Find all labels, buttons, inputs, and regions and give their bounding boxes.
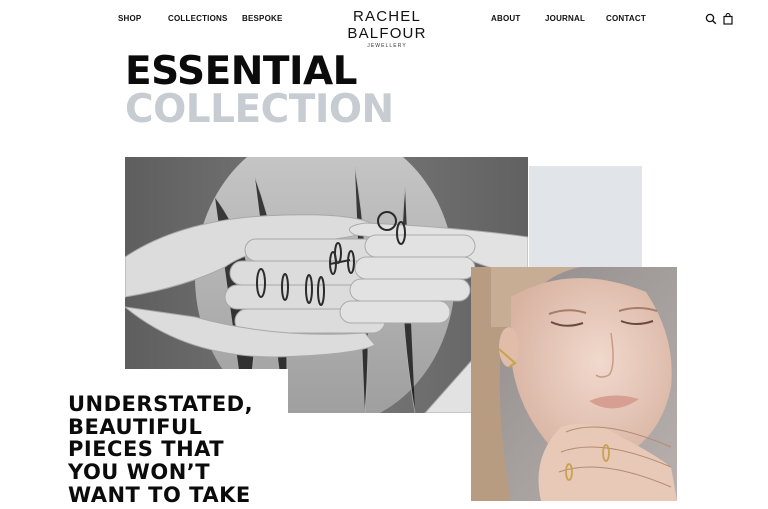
tagline-line: YOU WON’T bbox=[68, 460, 211, 485]
nav-collections[interactable]: COLLECTIONS bbox=[168, 14, 228, 23]
search-icon[interactable] bbox=[705, 12, 717, 25]
nav-contact[interactable]: CONTACT bbox=[606, 14, 646, 23]
hero-title: ESSENTIAL bbox=[125, 49, 358, 94]
nav-bespoke[interactable]: BESPOKE bbox=[242, 14, 283, 23]
nav-shop[interactable]: SHOP bbox=[118, 14, 141, 23]
tagline-line: UNDERSTATED, bbox=[68, 392, 254, 416]
brand-name: RACHEL BALFOUR bbox=[347, 8, 427, 42]
nav-about[interactable]: ABOUT bbox=[491, 14, 520, 23]
tagline: UNDERSTATED, BEAUTIFUL PIECES THAT YOU W… bbox=[68, 393, 288, 506]
tagline-line: WANT TO TAKE bbox=[68, 482, 251, 507]
tagline-line: BEAUTIFUL bbox=[68, 414, 203, 439]
model-portrait-photo bbox=[471, 267, 677, 501]
shopping-bag-icon[interactable] bbox=[722, 12, 734, 25]
tagline-line: PIECES THAT bbox=[68, 437, 225, 462]
hero-subtitle: COLLECTION bbox=[125, 87, 394, 132]
brand-logo[interactable]: RACHEL BALFOUR JEWELLERY bbox=[314, 8, 460, 49]
nav-journal[interactable]: JOURNAL bbox=[545, 14, 585, 23]
